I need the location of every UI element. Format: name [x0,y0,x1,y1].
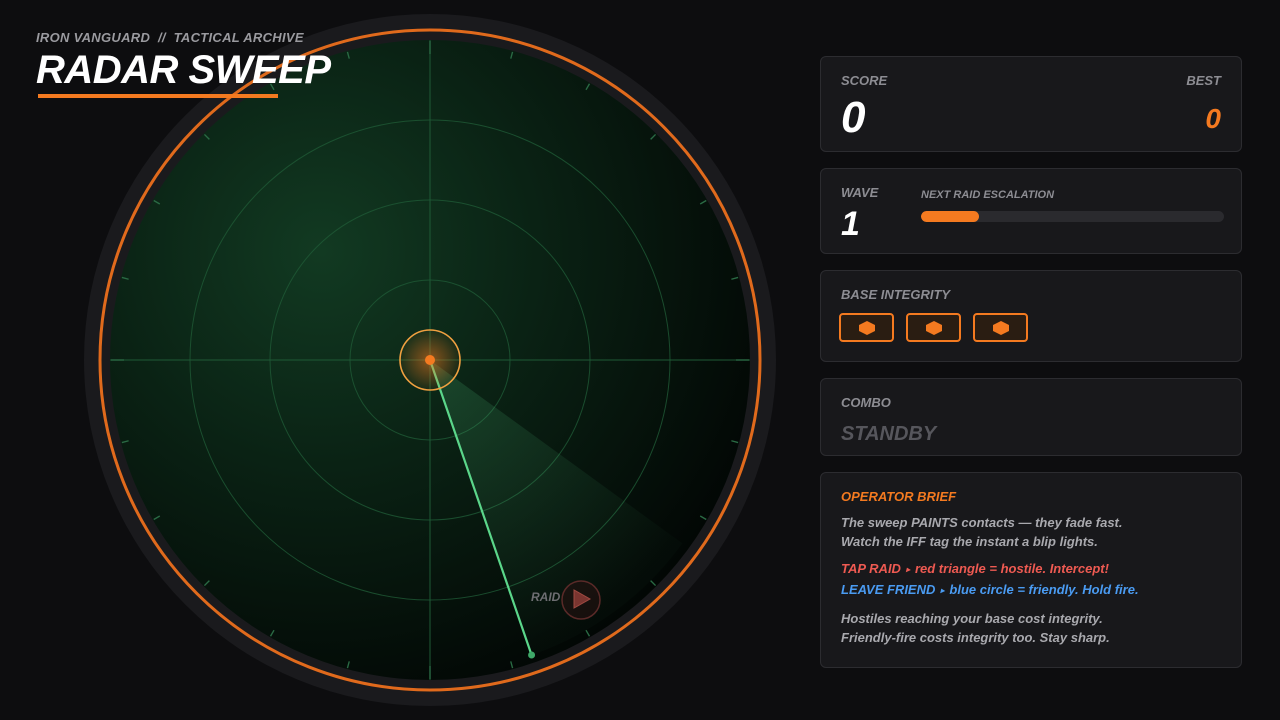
title-underline [38,94,278,98]
raid-text: red triangle = hostile. Intercept! [914,561,1109,576]
base-integrity-card: BASE INTEGRITY [820,270,1242,362]
archive-subtitle: IRON VANGUARD // TACTICAL ARCHIVE [36,30,304,45]
best-label: BEST [1186,73,1221,88]
brief-line: Friendly-fire costs integrity too. Stay … [841,630,1110,645]
sweep-tip [528,651,536,659]
best-value: 0 [1205,103,1221,134]
friend-instruction: LEAVE FRIEND ▸ blue circle = friendly. Hol… [841,580,1225,601]
score-value: 0 [841,93,866,142]
base-core [425,355,435,365]
integrity-pips [839,313,1028,342]
combo-status: STANDBY [841,423,937,445]
wave-label: WAVE [841,185,879,200]
raid-action: TAP RAID [841,561,901,576]
base-integrity-label: BASE INTEGRITY [841,287,951,302]
brief-title: OPERATOR BRIEF [841,489,957,504]
radar-scope[interactable]: RAID [80,10,780,710]
contact-label: RAID [531,590,561,604]
escalation-label: NEXT RAID ESCALATION [921,189,1055,201]
wave-value: 1 [841,205,860,243]
brief-line: The sweep PAINTS contacts — they fade fa… [841,515,1123,530]
home-base [399,329,461,391]
raid-instruction: TAP RAID ▸ red triangle = hostile. Interce… [841,559,1225,580]
integrity-pip [839,313,894,342]
escalation-progress-bar [921,211,1224,222]
operator-brief-card: OPERATOR BRIEF The sweep PAINTS contacts… [820,472,1242,668]
shield-hex-icon [858,320,875,335]
integrity-pip [906,313,961,342]
friend-text: blue circle = friendly. Hold fire. [949,582,1139,597]
page-title: RADAR SWEEP [36,48,331,92]
escalation-progress-fill [921,211,979,222]
combo-label: COMBO [841,395,891,410]
wave-card: WAVE 1 NEXT RAID ESCALATION [820,168,1242,254]
arrow-right-icon: ▸ [905,565,910,574]
integrity-pip [973,313,1028,342]
brief-line: Hostiles reaching your base cost integri… [841,611,1103,626]
shield-hex-icon [992,320,1009,335]
brief-line: Watch the IFF tag the instant a blip lig… [841,534,1098,549]
shield-hex-icon [925,320,942,335]
friend-action: LEAVE FRIEND [841,582,936,597]
score-label: SCORE [841,73,888,88]
score-card: SCORE BEST 0 0 [820,56,1242,152]
arrow-right-icon: ▸ [940,586,945,595]
combo-card: COMBO STANDBY [820,378,1242,456]
header: IRON VANGUARD // TACTICAL ARCHIVE RADAR … [36,30,331,98]
